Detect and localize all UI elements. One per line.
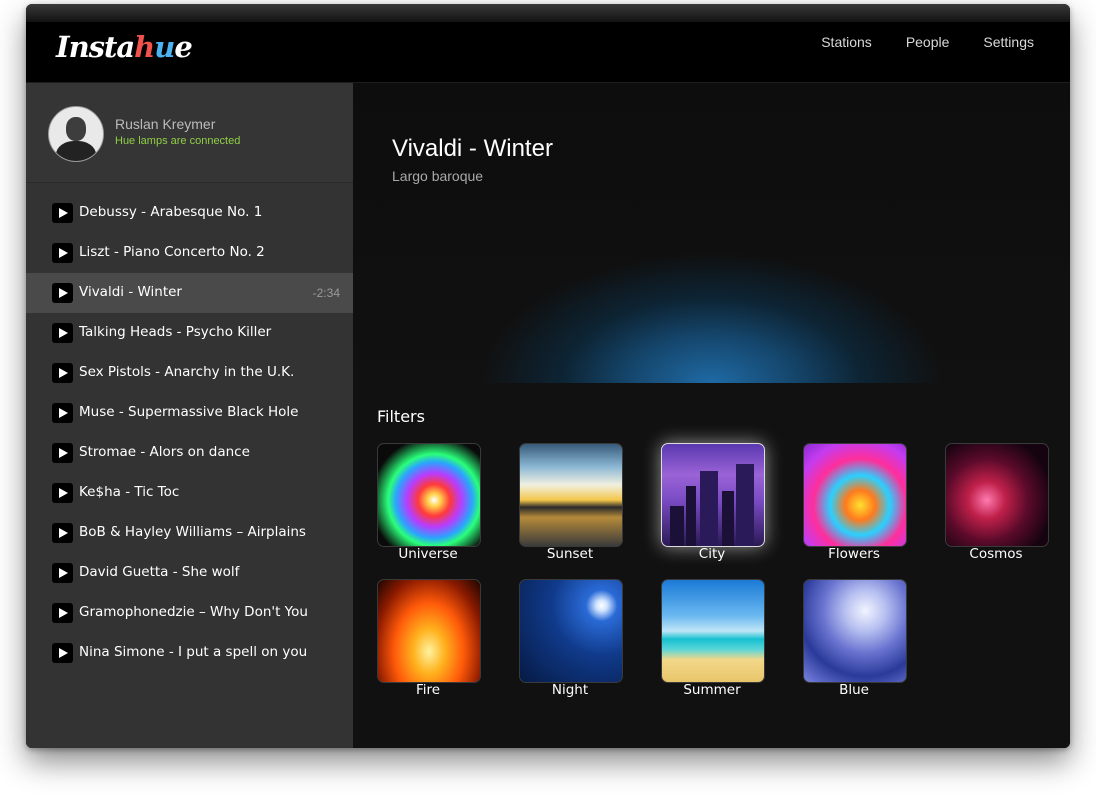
filters-heading: Filters — [377, 407, 425, 426]
play-icon[interactable] — [52, 323, 73, 343]
top-nav: Stations People Settings — [787, 34, 1034, 50]
track-title: Gramophonedzie – Why Don't You — [79, 604, 308, 620]
nav-people[interactable]: People — [906, 34, 950, 50]
track-item[interactable]: Stromae - Alors on dance — [26, 433, 353, 473]
filter-fire-tile[interactable] — [377, 579, 481, 683]
track-title: Sex Pistols - Anarchy in the U.K. — [79, 364, 295, 380]
play-icon[interactable] — [52, 523, 73, 543]
play-icon[interactable] — [52, 643, 73, 663]
filter-flowers-label: Flowers — [828, 546, 880, 562]
track-item[interactable]: Talking Heads - Psycho Killer — [26, 313, 353, 353]
track-item[interactable]: David Guetta - She wolf — [26, 553, 353, 593]
filter-sunset-tile[interactable] — [519, 443, 623, 547]
now-playing-panel: Vivaldi - Winter Largo baroque — [353, 83, 1070, 383]
filter-fire-label: Fire — [415, 682, 441, 698]
filter-cosmos-tile[interactable] — [945, 443, 1049, 547]
filter-summer-tile[interactable] — [661, 579, 765, 683]
nav-stations[interactable]: Stations — [821, 34, 872, 50]
now-playing-title: Vivaldi - Winter — [392, 135, 553, 162]
filter-sunset-label: Sunset — [546, 546, 594, 562]
filter-universe-label: Universe — [398, 546, 458, 562]
track-item[interactable]: Muse - Supermassive Black Hole — [26, 393, 353, 433]
connection-status: Hue lamps are connected — [115, 135, 241, 147]
track-title: Debussy - Arabesque No. 1 — [79, 204, 263, 220]
now-playing-subtitle: Largo baroque — [392, 168, 484, 184]
filter-universe-tile[interactable] — [377, 443, 481, 547]
user-name: Ruslan Kreymer — [115, 116, 216, 132]
track-title: Talking Heads - Psycho Killer — [79, 324, 272, 340]
track-title: Muse - Supermassive Black Hole — [79, 404, 299, 420]
track-item[interactable]: Nina Simone - I put a spell on you — [26, 633, 353, 673]
track-time-remaining: -2:34 — [312, 286, 340, 300]
app-window: Instahue Stations People Settings Ruslan… — [26, 4, 1070, 748]
filter-blue-tile[interactable] — [803, 579, 907, 683]
nav-settings[interactable]: Settings — [983, 34, 1034, 50]
track-title: Stromae - Alors on dance — [79, 444, 250, 460]
filter-city-tile[interactable] — [661, 443, 765, 547]
track-title: Liszt - Piano Concerto No. 2 — [79, 244, 265, 260]
track-item[interactable]: Liszt - Piano Concerto No. 2 — [26, 233, 353, 273]
filter-flowers-tile[interactable] — [803, 443, 907, 547]
profile-card: Ruslan Kreymer Hue lamps are connected — [26, 83, 353, 183]
app-logo[interactable]: Instahue — [56, 30, 193, 70]
play-icon[interactable] — [52, 403, 73, 423]
track-title: Nina Simone - I put a spell on you — [79, 644, 308, 660]
play-icon[interactable] — [52, 443, 73, 463]
play-icon[interactable] — [52, 283, 73, 303]
track-item[interactable]: Ke$ha - Tic Toc — [26, 473, 353, 513]
track-title: Vivaldi - Winter — [79, 284, 182, 300]
play-icon[interactable] — [52, 563, 73, 583]
filter-summer-label: Summer — [683, 682, 741, 698]
filter-cosmos-label: Cosmos — [969, 546, 1023, 562]
track-list: Debussy - Arabesque No. 1 Liszt - Piano … — [26, 193, 353, 673]
filter-city-label: City — [698, 546, 726, 562]
play-icon[interactable] — [52, 483, 73, 503]
sidebar: Ruslan Kreymer Hue lamps are connected D… — [26, 83, 353, 748]
track-item[interactable]: Gramophonedzie – Why Don't You — [26, 593, 353, 633]
track-item[interactable]: Sex Pistols - Anarchy in the U.K. — [26, 353, 353, 393]
filter-night-tile[interactable] — [519, 579, 623, 683]
track-item[interactable]: Debussy - Arabesque No. 1 — [26, 193, 353, 233]
track-item-active[interactable]: Vivaldi - Winter -2:34 — [26, 273, 353, 313]
filters-panel: Filters Universe Sunset City Flowers Cos… — [353, 383, 1070, 748]
filter-night-label: Night — [551, 682, 589, 698]
app-header: Instahue Stations People Settings — [26, 22, 1070, 83]
track-title: Ke$ha - Tic Toc — [79, 484, 180, 500]
play-icon[interactable] — [52, 363, 73, 383]
play-icon[interactable] — [52, 243, 73, 263]
track-title: David Guetta - She wolf — [79, 564, 240, 580]
play-icon[interactable] — [52, 203, 73, 223]
play-icon[interactable] — [52, 603, 73, 623]
filter-blue-label: Blue — [839, 682, 869, 698]
avatar[interactable] — [48, 106, 104, 162]
track-title: BoB & Hayley Williams – Airplains — [79, 524, 306, 540]
track-item[interactable]: BoB & Hayley Williams – Airplains — [26, 513, 353, 553]
window-titlebar — [26, 4, 1070, 22]
